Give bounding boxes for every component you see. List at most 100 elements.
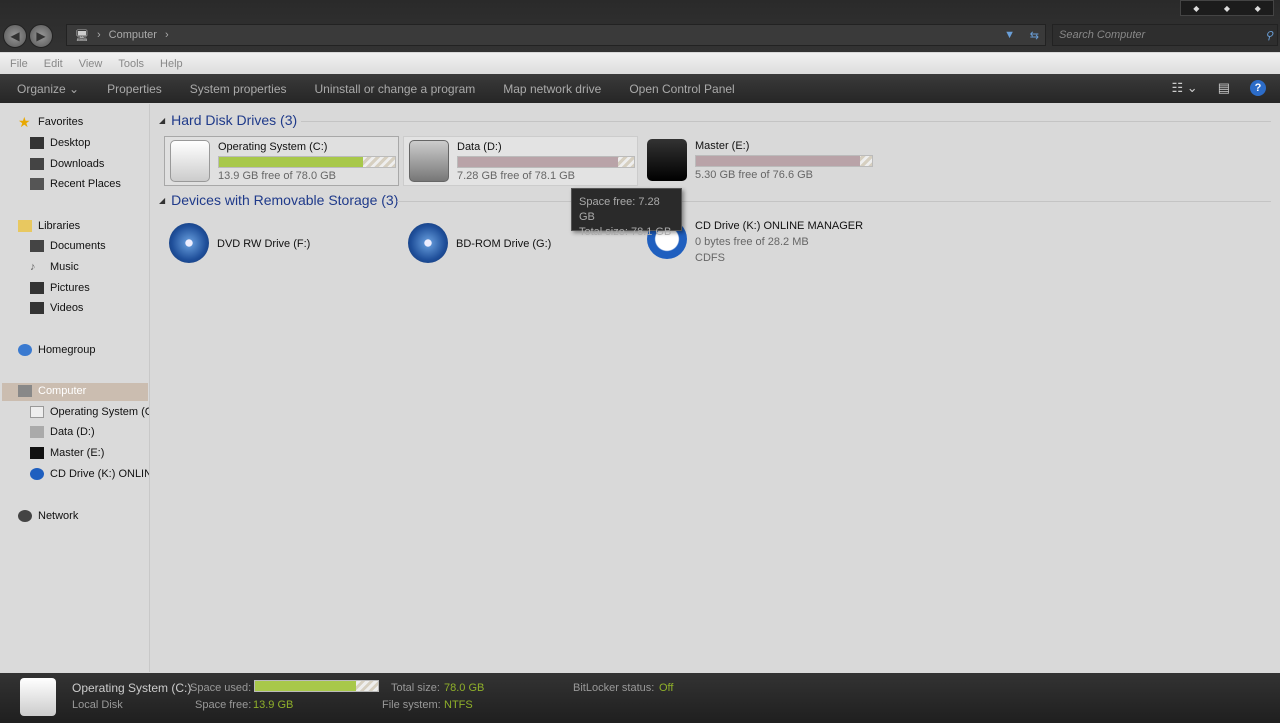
videos-icon <box>30 302 44 314</box>
label: Libraries <box>38 220 81 232</box>
open-control-panel-button[interactable]: Open Control Panel <box>629 82 734 96</box>
group-header-removable-storage[interactable]: ◢ Devices with Removable Storage (3) <box>159 192 398 208</box>
sidebar-item-downloads[interactable]: Downloads <box>30 158 149 170</box>
status-fs-value: NTFS <box>444 699 473 711</box>
label: Pictures <box>50 282 90 294</box>
window-controls: ◆ ◆ ◆ <box>1180 0 1274 16</box>
computer-icon <box>18 385 32 397</box>
status-usage-bar <box>254 680 379 692</box>
label: Computer <box>38 385 87 397</box>
group-title: Devices with Removable Storage (3) <box>171 192 399 208</box>
status-total-value: 78.0 GB <box>444 682 485 694</box>
minimize-button[interactable]: ◆ <box>1193 4 1199 13</box>
breadcrumb-computer[interactable]: Computer <box>109 29 157 41</box>
drive-tile-c[interactable]: Operating System (C:) 13.9 GB free of 78… <box>164 136 399 186</box>
sidebar-item-music[interactable]: ♪ Music <box>30 261 149 273</box>
system-properties-button[interactable]: System properties <box>190 82 287 96</box>
collapse-icon[interactable]: ◢ <box>159 196 165 205</box>
bd-rom-drive-icon <box>408 223 448 263</box>
menu-view[interactable]: View <box>79 58 103 70</box>
status-bitlocker-value: Off <box>659 682 674 694</box>
hard-drive-icon <box>30 447 44 459</box>
drive-tile-e[interactable]: Master (E:) 5.30 GB free of 76.6 GB <box>642 136 877 186</box>
label: Recent Places <box>50 178 121 190</box>
organize-button[interactable]: Organize ⌄ <box>17 82 79 96</box>
collapse-icon[interactable]: ◢ <box>159 116 165 125</box>
chevron-right-icon[interactable]: › <box>165 29 169 41</box>
computer-icon: 🖥 <box>75 29 89 42</box>
refresh-icon[interactable]: ⇆ <box>1030 29 1039 42</box>
command-bar: Organize ⌄ Properties System properties … <box>0 74 1280 103</box>
drive-name: Master (E:) <box>695 140 750 152</box>
device-name: CD Drive (K:) ONLINE MANAGER <box>695 220 864 232</box>
pictures-icon <box>30 282 44 294</box>
device-tile-f[interactable]: DVD RW Drive (F:) <box>164 218 399 268</box>
dropdown-icon[interactable]: ▼ <box>1004 29 1015 41</box>
view-options-icon[interactable]: ☷ ⌄ <box>1172 80 1198 96</box>
uninstall-program-button[interactable]: Uninstall or change a program <box>315 82 476 96</box>
tooltip-space-free: Space free: 7.28 GB <box>579 196 660 223</box>
downloads-icon <box>30 158 44 170</box>
map-network-drive-button[interactable]: Map network drive <box>503 82 601 96</box>
forward-button[interactable]: ▶ <box>29 24 53 48</box>
menu-edit[interactable]: Edit <box>44 58 63 70</box>
usage-bar <box>695 155 873 167</box>
menu-file[interactable]: File <box>10 58 28 70</box>
drive-free: 5.30 GB free of 76.6 GB <box>695 169 814 181</box>
sidebar-item-drive-e[interactable]: Master (E:) <box>30 447 149 459</box>
drive-free: 13.9 GB free of 78.0 GB <box>218 170 337 182</box>
sidebar-item-documents[interactable]: Documents <box>30 240 149 252</box>
sidebar-item-recent-places[interactable]: Recent Places <box>30 178 149 190</box>
device-free: 0 bytes free of 28.2 MB <box>695 236 809 248</box>
device-name: DVD RW Drive (F:) <box>217 237 311 250</box>
status-used-label: Space used: <box>190 682 252 694</box>
sidebar-libraries[interactable]: Libraries <box>18 220 149 232</box>
hard-drive-icon <box>30 426 44 438</box>
device-name: BD-ROM Drive (G:) <box>456 237 552 250</box>
network-icon <box>18 510 32 522</box>
sidebar-favorites[interactable]: ★ Favorites <box>18 116 149 128</box>
sidebar-computer[interactable]: Computer <box>18 385 149 397</box>
title-bar: ◆ ◆ ◆ ◀ ▶ 🖥 › Computer › ▼ ⇆ Search Comp… <box>0 0 1280 52</box>
chevron-right-icon: › <box>96 29 101 41</box>
label: Videos <box>50 302 84 314</box>
properties-button[interactable]: Properties <box>107 82 162 96</box>
help-icon[interactable]: ? <box>1250 80 1266 96</box>
search-input[interactable]: Search Computer ⚲ <box>1052 24 1278 46</box>
usage-bar <box>218 156 396 168</box>
hard-drive-icon <box>409 140 449 182</box>
status-total-label: Total size: <box>391 682 440 694</box>
drive-tooltip: Space free: 7.28 GB Total size: 78.1 GB <box>571 188 682 238</box>
sidebar-item-drive-c[interactable]: Operating System (C:) <box>30 406 149 418</box>
menu-help[interactable]: Help <box>160 58 183 70</box>
group-header-hard-disk-drives[interactable]: ◢ Hard Disk Drives (3) <box>159 112 297 128</box>
status-fs-label: File system: <box>382 699 441 711</box>
sidebar-item-desktop[interactable]: Desktop <box>30 137 149 149</box>
details-pane: Operating System (C:) Local Disk Space u… <box>0 673 1280 723</box>
close-button[interactable]: ◆ <box>1255 4 1261 13</box>
sidebar-network[interactable]: Network <box>18 510 149 522</box>
sidebar-item-drive-k[interactable]: CD Drive (K:) ONLINE MANAGER <box>30 468 149 480</box>
usage-fill <box>255 681 356 691</box>
search-placeholder: Search Computer <box>1059 29 1146 41</box>
maximize-button[interactable]: ◆ <box>1224 4 1230 13</box>
back-button[interactable]: ◀ <box>3 24 27 48</box>
address-bar[interactable]: 🖥 › Computer › ▼ ⇆ <box>66 24 1046 46</box>
hard-drive-icon <box>170 140 210 182</box>
preview-pane-icon[interactable]: ▤ <box>1218 80 1230 96</box>
navigation-pane: ★ Favorites Desktop Downloads Recent Plac… <box>0 104 150 672</box>
sidebar-item-pictures[interactable]: Pictures <box>30 282 149 294</box>
drive-tile-d[interactable]: Data (D:) 7.28 GB free of 78.1 GB <box>403 136 638 186</box>
drive-free: 7.28 GB free of 78.1 GB <box>457 170 576 182</box>
label: Desktop <box>50 137 91 149</box>
search-icon[interactable]: ⚲ <box>1265 29 1273 42</box>
sidebar-item-drive-d[interactable]: Data (D:) <box>30 426 149 438</box>
tooltip-total-size: Total size: 78.1 GB <box>579 226 672 238</box>
sidebar-item-videos[interactable]: Videos <box>30 302 149 314</box>
menu-tools[interactable]: Tools <box>118 58 144 70</box>
label: Favorites <box>38 116 84 128</box>
sidebar-homegroup[interactable]: Homegroup <box>18 344 149 356</box>
cd-drive-icon <box>30 468 44 480</box>
group-title: Hard Disk Drives (3) <box>171 112 298 128</box>
label: Master (E:) <box>50 447 105 459</box>
